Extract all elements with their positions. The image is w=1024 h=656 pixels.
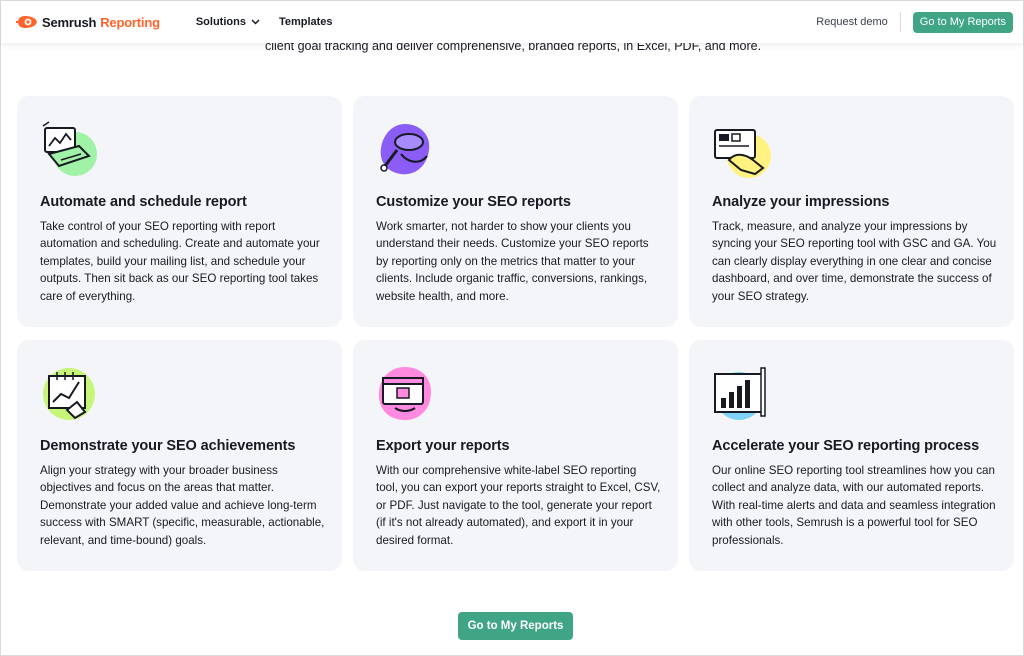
semrush-flame-icon	[16, 16, 37, 28]
paint-roller-icon	[380, 124, 430, 175]
bar-chart-icon	[714, 367, 766, 420]
nav-templates-label: Templates	[278, 16, 333, 28]
feature-card-export: Export your reports With our comprehensi…	[353, 340, 678, 571]
feature-description: Work smarter, not harder to show your cl…	[376, 220, 649, 303]
growth-chart-icon	[43, 368, 95, 420]
feature-title: Customize your SEO reports	[376, 194, 571, 210]
header-divider	[899, 12, 901, 32]
go-to-my-reports-button[interactable]: Go to My Reports	[912, 11, 1013, 33]
feature-title: Analyze your impressions	[712, 194, 890, 210]
feature-description: Take control of your SEO reporting with …	[40, 220, 320, 303]
request-demo-link[interactable]: Request demo	[816, 16, 888, 28]
laptop-chart-icon	[42, 121, 97, 176]
feature-card-demonstrate: Demonstrate your SEO achievements Align …	[17, 340, 342, 571]
semrush-logo[interactable]: Semrush Reporting	[16, 15, 160, 30]
feature-card-automate: Automate and schedule report Take contro…	[17, 96, 342, 327]
nav-solutions[interactable]: Solutions	[196, 16, 260, 28]
feature-title: Export your reports	[376, 438, 510, 454]
nav-solutions-label: Solutions	[195, 16, 246, 28]
feature-description: With our comprehensive white-label SEO r…	[376, 464, 661, 547]
feature-card-customize: Customize your SEO reports Work smarter,…	[353, 96, 678, 327]
feature-card-analyze: Analyze your impressions Track, measure,…	[689, 96, 1014, 327]
dashboard-hand-icon	[714, 129, 771, 178]
feature-description: Align your strategy with your broader bu…	[40, 464, 325, 547]
main-nav: Solutions Templates	[196, 16, 352, 28]
feature-title: Automate and schedule report	[40, 194, 247, 210]
feature-card-accelerate: Accelerate your SEO reporting process Ou…	[689, 340, 1014, 571]
chevron-down-icon	[251, 19, 260, 25]
feature-description: Track, measure, and analyze your impress…	[712, 220, 997, 303]
nav-templates[interactable]: Templates	[279, 16, 333, 28]
go-to-my-reports-bottom-button[interactable]: Go to My Reports	[458, 612, 573, 640]
logo-brand: Semrush	[42, 14, 97, 30]
feature-title: Accelerate your SEO reporting process	[712, 438, 980, 454]
export-window-icon	[378, 367, 432, 421]
feature-description: Our online SEO reporting tool streamline…	[712, 464, 996, 547]
feature-title: Demonstrate your SEO achievements	[40, 438, 296, 454]
top-navbar: Semrush Reporting Solutions Templates Re…	[1, 1, 1023, 43]
logo-product: Reporting	[100, 14, 160, 30]
